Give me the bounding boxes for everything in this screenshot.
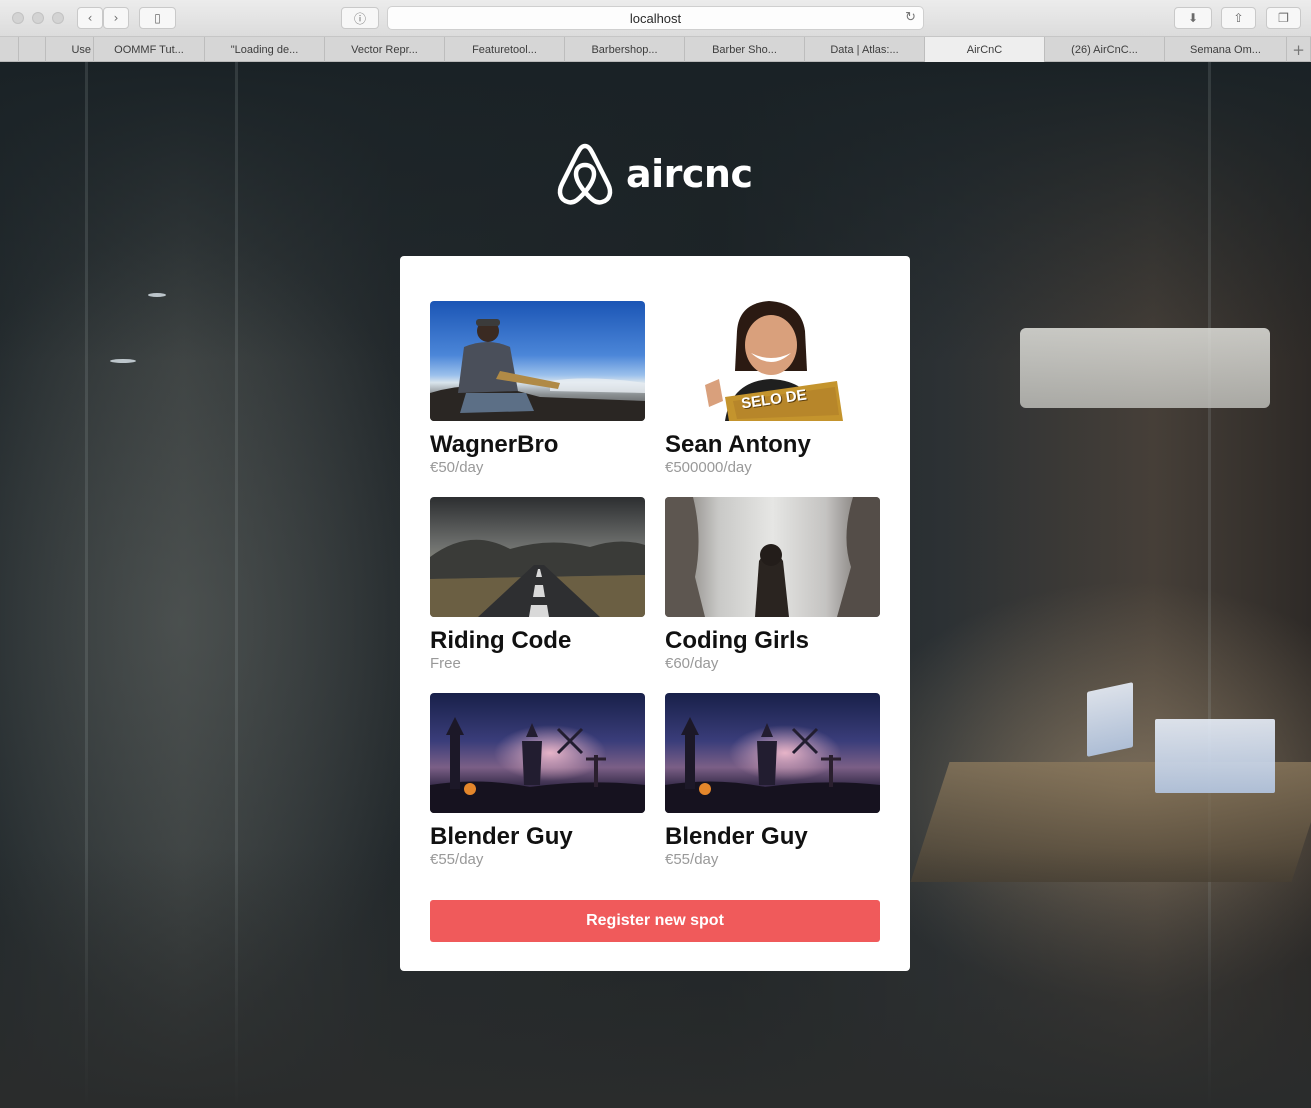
tab-label: "Loading de... (230, 43, 299, 56)
tab-label: Barber Sho... (712, 43, 777, 56)
spot-item[interactable]: Riding Code Free (430, 497, 645, 673)
tab-label: Use (71, 43, 91, 56)
spot-price: €60/day (665, 655, 719, 672)
tab-use[interactable]: Use (46, 37, 94, 62)
tab-label: Featuretool... (472, 43, 537, 56)
spot-image-guitarist (430, 301, 645, 421)
spot-name: Sean Antony (665, 431, 811, 458)
spot-item[interactable]: Blender Guy €55/day (430, 693, 645, 869)
spot-name: Coding Girls (665, 627, 809, 654)
tab-label: AirCnC (966, 43, 1003, 56)
tab-label: Data | Atlas:... (830, 43, 899, 56)
spot-name: Riding Code (430, 627, 572, 654)
guitarist-illustration (430, 319, 645, 421)
forward-icon[interactable]: › (103, 7, 129, 29)
tab-barbershop[interactable]: Barbershop... (565, 37, 685, 62)
halloween-illustration (430, 717, 645, 813)
register-new-spot-button[interactable]: Register new spot (430, 900, 880, 942)
spot-price: €55/day (665, 851, 719, 868)
spots-card: WagnerBro €50/day SELO DE Sean Antony €5… (400, 256, 910, 971)
page-background: aircnc WagnerBro €50/day SELO DE Sean An… (0, 62, 1311, 1108)
spot-price: €55/day (430, 851, 484, 868)
tab-label: OOMMF Tut... (114, 43, 184, 56)
tab-pinned[interactable] (19, 37, 46, 62)
tab-label: Vector Repr... (351, 43, 418, 56)
tab-atlas[interactable]: Data | Atlas:... (805, 37, 925, 62)
spot-price: Free (430, 655, 461, 672)
spot-image-mountain-road (430, 497, 645, 617)
spot-item[interactable]: Blender Guy €55/day (665, 693, 880, 869)
spot-image-halloween (665, 693, 880, 813)
url-text: localhost (629, 10, 682, 26)
tab-label: Semana Om... (1190, 43, 1261, 56)
tab-label: (26) AirCnC... (1071, 43, 1138, 56)
tab-aircnc[interactable]: AirCnC (925, 37, 1045, 62)
spot-name: Blender Guy (665, 823, 808, 850)
browser-toolbar: ‹ › ▯ ⓘ localhost ↻ ⬇ ⇧ ❐ (0, 0, 1311, 37)
spot-image-halloween (430, 693, 645, 813)
ceiling-light (110, 359, 136, 363)
hooded-figure-illustration (665, 497, 880, 617)
tabs-overview-icon[interactable]: ❐ (1266, 7, 1301, 29)
share-icon[interactable]: ⇧ (1221, 7, 1256, 29)
spot-image-smiling-man: SELO DE (665, 301, 880, 421)
tab-oommf[interactable]: OOMMF Tut... (94, 37, 205, 62)
new-tab-button[interactable]: + (1287, 37, 1311, 62)
tab-pinned[interactable] (0, 37, 19, 62)
spot-item[interactable]: WagnerBro €50/day (430, 301, 645, 477)
tab-aircnc-video[interactable]: (26) AirCnC... (1045, 37, 1165, 62)
close-window-icon[interactable] (12, 12, 24, 24)
spot-image-hooded-figure (665, 497, 880, 617)
spot-list: WagnerBro €50/day SELO DE Sean Antony €5… (430, 301, 880, 869)
tab-barber-shop[interactable]: Barber Sho... (685, 37, 805, 62)
tab-loading[interactable]: "Loading de... (205, 37, 325, 62)
tab-vector[interactable]: Vector Repr... (325, 37, 445, 62)
back-icon[interactable]: ‹ (77, 7, 103, 29)
aircnc-logo: aircnc (556, 142, 756, 206)
spot-name: Blender Guy (430, 823, 573, 850)
spot-item[interactable]: Coding Girls €60/day (665, 497, 880, 673)
tab-bar: Use OOMMF Tut... "Loading de... Vector R… (0, 37, 1311, 62)
ceiling-light (148, 293, 166, 297)
downloads-icon[interactable]: ⬇ (1174, 7, 1212, 29)
tab-label: Barbershop... (591, 43, 658, 56)
halloween-illustration (665, 717, 880, 813)
minimize-window-icon[interactable] (32, 12, 44, 24)
zoom-window-icon[interactable] (52, 12, 64, 24)
spot-item[interactable]: SELO DE Sean Antony €500000/day (665, 301, 880, 477)
tab-featuretools[interactable]: Featuretool... (445, 37, 565, 62)
address-bar[interactable]: localhost ↻ (387, 6, 924, 30)
background-air-conditioner (1020, 328, 1270, 408)
brand-name: aircnc (626, 152, 753, 196)
spot-price: €500000/day (665, 459, 752, 476)
reload-icon[interactable]: ↻ (905, 10, 916, 25)
background-laptop-screen (1155, 719, 1275, 793)
airbnb-belo-icon (557, 143, 613, 205)
sidebar-icon[interactable]: ▯ (139, 7, 176, 29)
spot-name: WagnerBro (430, 431, 559, 458)
privacy-icon[interactable]: ⓘ (341, 7, 379, 29)
mountain-road-illustration (430, 539, 645, 617)
background-laptop-screen (1087, 682, 1133, 757)
tab-semana[interactable]: Semana Om... (1165, 37, 1287, 62)
spot-price: €50/day (430, 459, 484, 476)
